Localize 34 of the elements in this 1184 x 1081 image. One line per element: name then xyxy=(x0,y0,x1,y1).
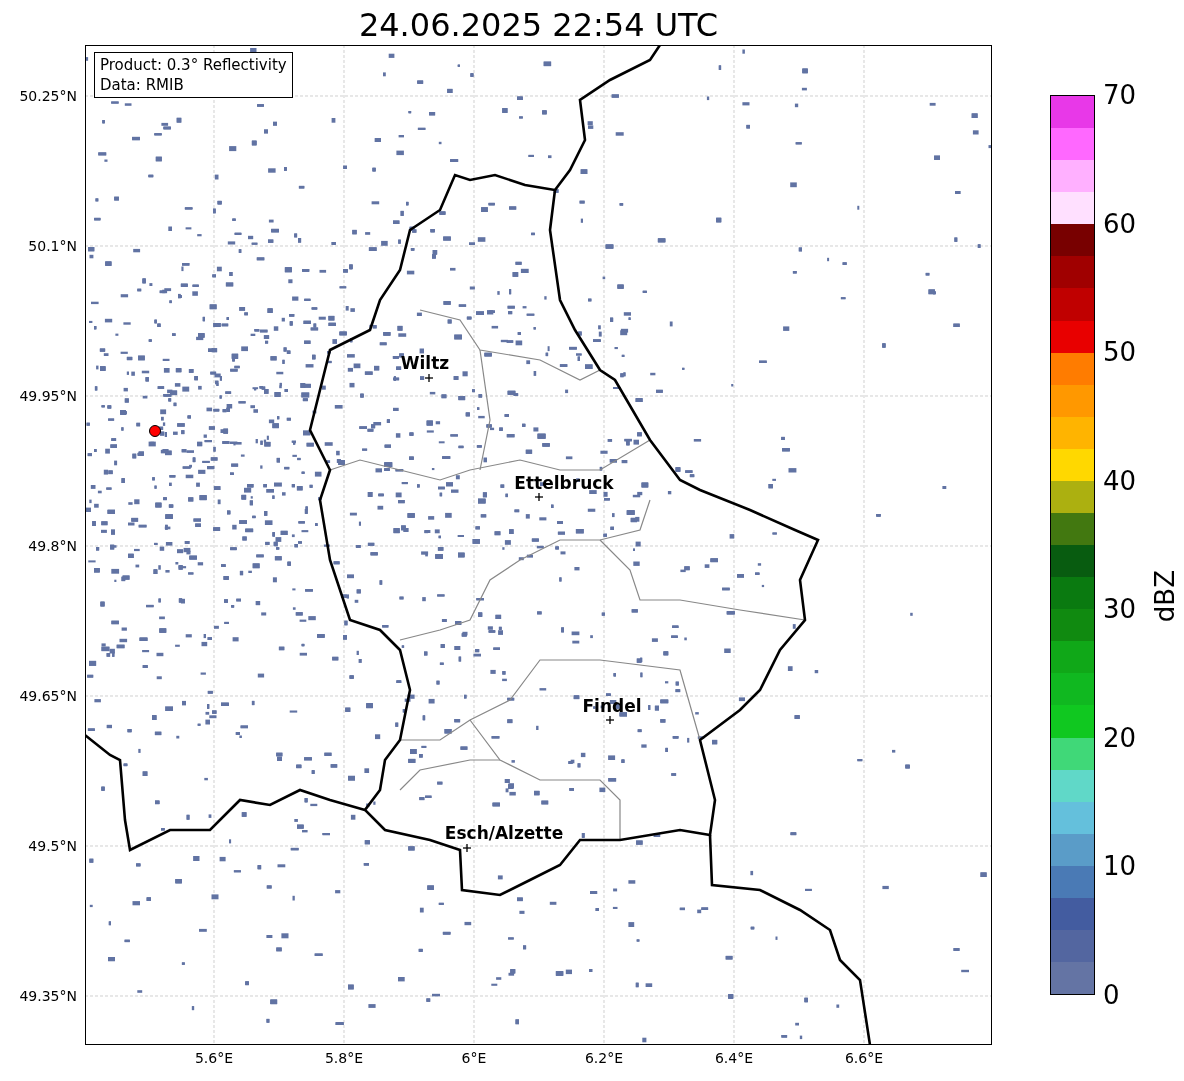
city-marker-icon xyxy=(605,715,615,725)
longitude-label: 6.2°E xyxy=(584,1050,624,1066)
scale-tick-label: 30 xyxy=(1103,593,1137,626)
city-label: Esch/Alzette xyxy=(444,822,564,844)
longitude-label: 6.4°E xyxy=(714,1050,754,1066)
city-marker-icon xyxy=(462,843,472,853)
scale-tick-label: 60 xyxy=(1103,207,1137,240)
longitude-label: 6°E xyxy=(461,1050,487,1066)
scale-tick-label: 50 xyxy=(1103,336,1137,369)
city-label: Wiltz xyxy=(400,352,450,374)
city-label: Findel xyxy=(582,695,642,717)
scale-tick-label: 20 xyxy=(1103,721,1137,754)
city-marker-icon xyxy=(534,492,544,502)
scale-tick-label: 10 xyxy=(1103,850,1137,883)
longitude-label: 5.8°E xyxy=(324,1050,364,1066)
scale-tick-label: 0 xyxy=(1103,979,1120,1011)
latitude-label: 50.25°N xyxy=(19,87,77,105)
longitude-label: 5.6°E xyxy=(194,1050,234,1066)
info-text: Product: 0.3° Reflectivity xyxy=(100,55,287,75)
latitude-label: 49.95°N xyxy=(19,387,77,405)
latitude-label: 50.1°N xyxy=(28,237,77,255)
scale-axis-label: dBZ xyxy=(1150,570,1180,623)
scale-tick-label: 70 xyxy=(1103,79,1137,111)
info-text: Data: RMIB xyxy=(100,75,185,95)
city-marker-icon xyxy=(424,373,434,383)
latitude-label: 49.35°N xyxy=(19,987,77,1005)
latitude-label: 49.65°N xyxy=(19,687,77,705)
longitude-label: 6.6°E xyxy=(844,1050,884,1066)
city-label: Ettelbruck xyxy=(514,472,614,494)
chart-title: 24.06.2025 22:54 UTC xyxy=(357,5,720,45)
latitude-label: 49.5°N xyxy=(28,837,77,855)
latitude-label: 49.8°N xyxy=(28,537,77,555)
radar-site-marker xyxy=(149,425,161,437)
scale-tick-label: 40 xyxy=(1103,464,1137,497)
